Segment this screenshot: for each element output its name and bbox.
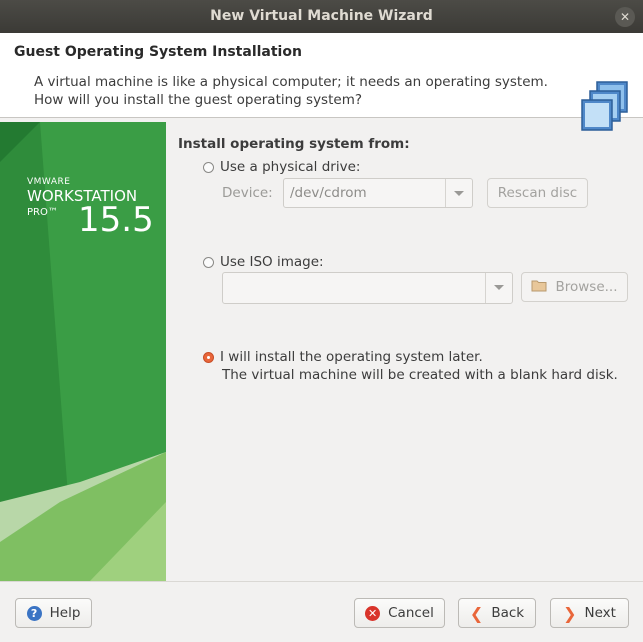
chevron-left-icon: ❮ — [469, 603, 484, 623]
physical-drive-radio-indicator[interactable] — [203, 161, 214, 173]
install-later-radio[interactable]: I will install the operating system late… — [203, 349, 483, 365]
device-label: Device: — [222, 185, 273, 201]
iso-image-radio[interactable]: Use ISO image: — [203, 254, 324, 270]
iso-chevron-down-icon[interactable] — [485, 273, 512, 303]
page-description-line2: How will you install the guest operating… — [34, 92, 363, 108]
device-chevron-down-icon[interactable] — [445, 179, 472, 207]
browse-button[interactable]: Browse... — [521, 272, 628, 302]
window-title: New Virtual Machine Wizard — [210, 8, 433, 24]
install-later-label: I will install the operating system late… — [220, 349, 483, 365]
install-later-radio-indicator[interactable] — [203, 351, 214, 363]
iso-image-label: Use ISO image: — [220, 254, 324, 270]
help-icon: ? — [26, 605, 42, 621]
vmware-brand-panel: VMWARE WORKSTATION PRO™ 15.5 — [0, 122, 166, 581]
physical-drive-label: Use a physical drive: — [220, 159, 361, 175]
install-section-title: Install operating system from: — [178, 136, 410, 152]
physical-drive-radio[interactable]: Use a physical drive: — [203, 159, 360, 175]
next-button[interactable]: ❯ Next — [550, 598, 629, 628]
help-label: Help — [49, 605, 81, 621]
next-label: Next — [584, 605, 616, 621]
rescan-disc-button[interactable]: Rescan disc — [487, 178, 588, 208]
device-select[interactable]: /dev/cdrom — [283, 178, 473, 208]
iso-path-combo[interactable] — [222, 272, 513, 304]
browse-label: Browse... — [555, 279, 618, 295]
brand-version: 15.5 — [78, 200, 154, 240]
title-bar[interactable]: New Virtual Machine Wizard ✕ — [0, 0, 643, 33]
back-label: Back — [491, 605, 525, 621]
wizard-footer: ? Help ✕ Cancel ❮ Back ❯ Next — [0, 581, 643, 642]
page-title: Guest Operating System Installation — [14, 44, 302, 60]
page-description-line1: A virtual machine is like a physical com… — [34, 74, 548, 90]
close-button[interactable]: ✕ — [615, 7, 635, 27]
cancel-label: Cancel — [388, 605, 434, 621]
help-button[interactable]: ? Help — [15, 598, 92, 628]
page-description: A virtual machine is like a physical com… — [34, 73, 548, 109]
install-later-description: The virtual machine will be created with… — [222, 367, 618, 383]
brand-vendor: VMWARE — [27, 177, 71, 187]
wizard-window: New Virtual Machine Wizard ✕ Guest Opera… — [0, 0, 643, 642]
wizard-header: Guest Operating System Installation A vi… — [0, 33, 643, 131]
chevron-right-icon: ❯ — [563, 603, 577, 623]
close-icon: ✕ — [619, 10, 631, 24]
device-value: /dev/cdrom — [290, 185, 367, 201]
back-button[interactable]: ❮ Back — [458, 598, 536, 628]
folder-icon — [531, 279, 547, 296]
brand-edition: PRO™ — [27, 207, 58, 218]
install-options-panel: Install operating system from: Use a phy… — [166, 122, 643, 581]
cancel-icon: ✕ — [365, 605, 381, 621]
iso-image-radio-indicator[interactable] — [203, 256, 214, 268]
cancel-button[interactable]: ✕ Cancel — [354, 598, 445, 628]
